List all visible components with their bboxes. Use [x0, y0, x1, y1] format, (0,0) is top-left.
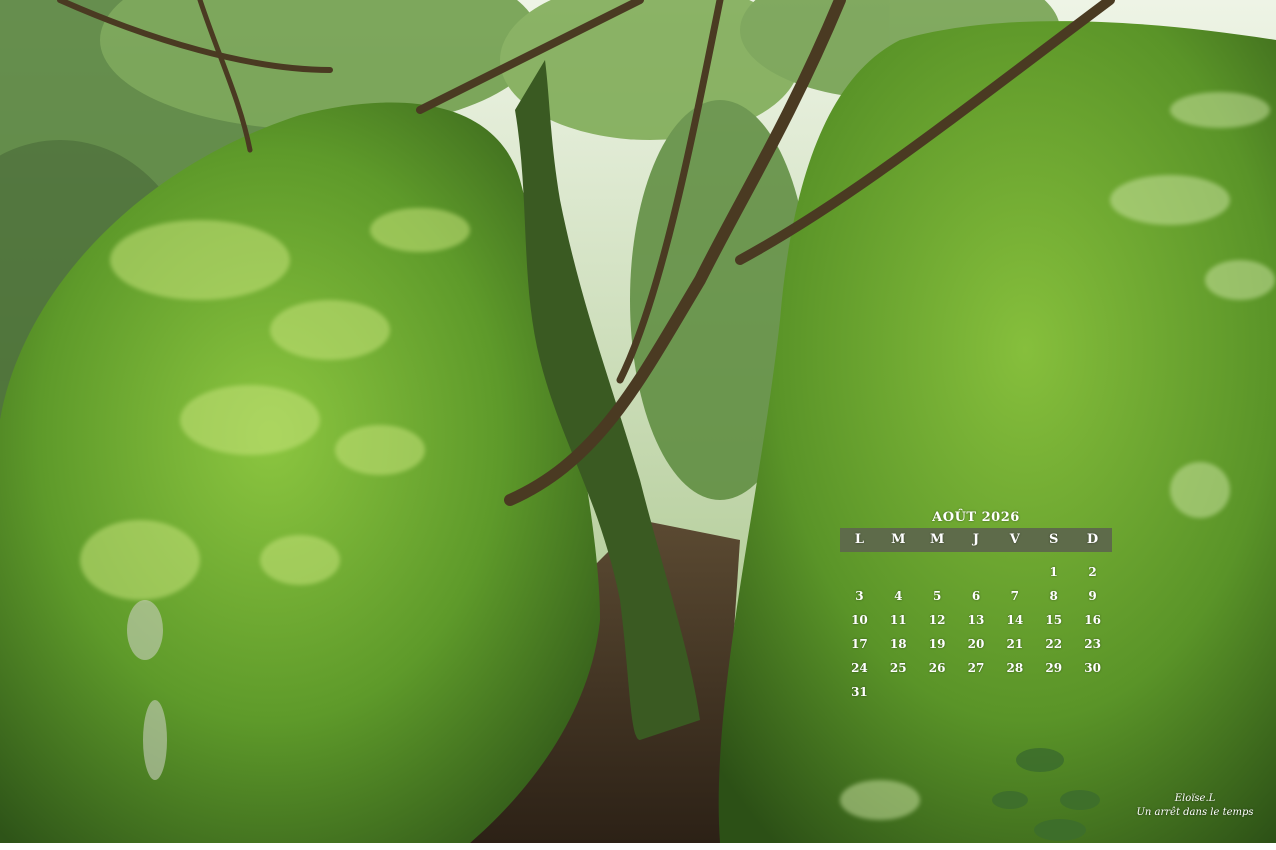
weekday-label: L — [854, 532, 864, 547]
calendar-day-grid: 1 2 3 4 5 6 7 8 9 10 11 12 13 14 15 16 17 18 19 20 21 22 23 24 2… — [840, 560, 1112, 704]
calendar-day: 23 — [1084, 637, 1101, 651]
calendar-day: 30 — [1084, 661, 1101, 675]
calendar-day: 27 — [967, 661, 985, 675]
calendar-day: 17 — [851, 637, 868, 651]
calendar-day: 14 — [1006, 613, 1024, 627]
weekday-label: M — [929, 532, 945, 547]
calendar-blank-cell — [995, 560, 1034, 584]
calendar-blank-cell — [957, 560, 996, 584]
calendar-day: 3 — [855, 589, 864, 603]
calendar-day: 22 — [1045, 637, 1063, 651]
calendar-day: 7 — [1010, 589, 1020, 603]
calendar-day: 15 — [1045, 613, 1063, 627]
weekday-label: S — [1049, 532, 1059, 547]
signature-caption: Un arrêt dans le temps — [1136, 807, 1254, 818]
calendar-day: 12 — [928, 613, 946, 627]
calendar-day: 8 — [1049, 589, 1058, 603]
calendar-widget: AOÛT 2026 L M M J V S D 1 2 3 4 5 6 7 8 9 10 11 12 1… — [840, 508, 1112, 704]
calendar-day: 4 — [894, 589, 903, 603]
calendar-day: 11 — [889, 613, 907, 627]
calendar-day: 10 — [851, 613, 868, 627]
calendar-day: 28 — [1006, 661, 1024, 675]
calendar-day: 24 — [851, 661, 868, 675]
calendar-day: 13 — [967, 613, 985, 627]
calendar-day: 6 — [971, 589, 981, 603]
calendar-day: 1 — [1049, 565, 1058, 579]
calendar-day: 20 — [967, 637, 985, 651]
signature: Eloïse.L Un arrêt dans le temps — [1120, 792, 1270, 820]
forest-photo — [0, 0, 1276, 843]
calendar-day: 21 — [1006, 637, 1024, 651]
calendar-day: 18 — [889, 637, 907, 651]
calendar-blank-cell — [879, 560, 918, 584]
calendar-day: 19 — [928, 637, 946, 651]
calendar-day: 9 — [1088, 589, 1097, 603]
calendar-day: 29 — [1045, 661, 1063, 675]
calendar-day: 16 — [1084, 613, 1101, 627]
calendar-blank-cell — [918, 560, 957, 584]
calendar-day: 5 — [932, 589, 942, 603]
weekday-label: D — [1086, 532, 1099, 547]
calendar-month-title: AOÛT 2026 — [932, 510, 1020, 525]
weekday-label: J — [972, 532, 980, 547]
calendar-weekday-header: L M M J V S D — [840, 528, 1112, 552]
weekday-label: M — [891, 532, 906, 547]
calendar-blank-cell — [840, 560, 879, 584]
calendar-day: 31 — [851, 685, 868, 699]
calendar-day: 2 — [1088, 565, 1097, 579]
weekday-label: V — [1009, 532, 1020, 547]
calendar-day: 25 — [889, 661, 907, 675]
calendar-day: 26 — [928, 661, 946, 675]
signature-author: Eloïse.L — [1174, 793, 1216, 804]
